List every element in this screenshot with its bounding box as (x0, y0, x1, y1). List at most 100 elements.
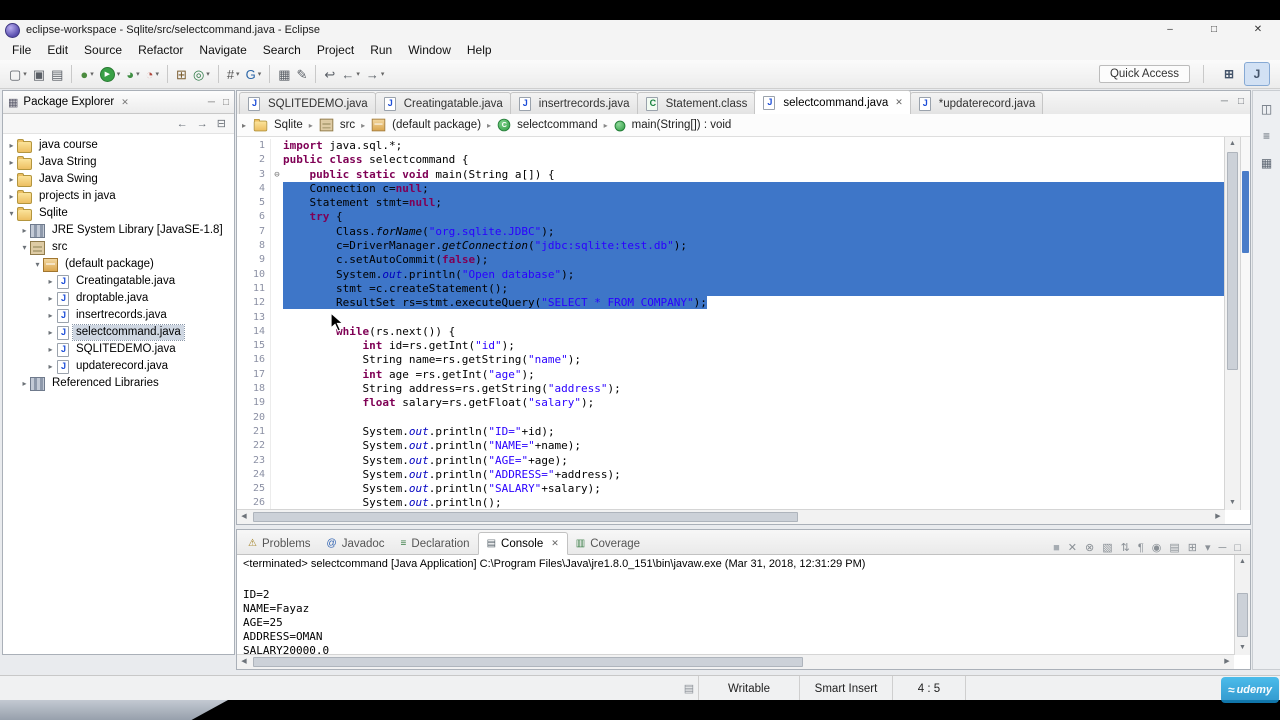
mark-occurrences-button[interactable]: ✎ (294, 63, 311, 85)
code-line-17[interactable]: 17 int age =rs.getInt("age"); (237, 368, 1224, 382)
menu-run[interactable]: Run (362, 41, 400, 59)
console-tab-javadoc[interactable]: @Javadoc (319, 533, 393, 554)
scrollbar-thumb[interactable] (1227, 152, 1238, 370)
save-button[interactable]: ▣ (30, 63, 48, 85)
breadcrumb-item[interactable]: Sqlite (251, 118, 305, 132)
maximize-window-button[interactable]: □ (1192, 20, 1236, 40)
code-line-12[interactable]: 12 ResultSet rs=stmt.executeQuery("SELEC… (237, 296, 1224, 310)
outline-view-icon[interactable]: ≡ (1257, 126, 1276, 145)
tree-item-updaterecord-java[interactable]: ▸updaterecord.java (3, 358, 234, 375)
tree-item-creatingatable-java[interactable]: ▸Creatingatable.java (3, 273, 234, 290)
expand-arrow-icon[interactable]: ▾ (19, 243, 30, 252)
editor-tab[interactable]: *updaterecord.java (910, 92, 1044, 114)
new-class-button[interactable]: ◎▾ (190, 63, 213, 85)
expand-arrow-icon[interactable]: ▸ (19, 226, 30, 235)
code-line-1[interactable]: 1import java.sql.*; (237, 139, 1224, 153)
code-line-15[interactable]: 15 int id=rs.getInt("id"); (237, 339, 1224, 353)
scroll-up-icon[interactable]: ▲ (1235, 555, 1250, 569)
menu-edit[interactable]: Edit (39, 41, 76, 59)
dropdown-caret-icon[interactable]: ▾ (136, 70, 140, 78)
dropdown-caret-icon[interactable]: ▾ (206, 70, 210, 78)
expand-arrow-icon[interactable]: ▸ (45, 328, 56, 337)
code-line-22[interactable]: 22 System.out.println("NAME="+name); (237, 439, 1224, 453)
code-line-18[interactable]: 18 String address=rs.getString("address"… (237, 382, 1224, 396)
code-line-7[interactable]: 7 Class.forName("org.sqlite.JDBC"); (237, 225, 1224, 239)
menu-help[interactable]: Help (459, 41, 500, 59)
tree-item-jre-system-library-javase-1-8[interactable]: ▸JRE System Library [JavaSE-1.8] (3, 222, 234, 239)
restore-views-icon[interactable]: ◫ (1257, 99, 1276, 118)
expand-arrow-icon[interactable]: ▸ (45, 311, 56, 320)
breadcrumb-item[interactable]: (default package) (369, 118, 483, 132)
console-tab-coverage[interactable]: ▥Coverage (568, 533, 648, 554)
editor-tab[interactable]: Statement.class (637, 92, 756, 114)
tree-item-insertrecords-java[interactable]: ▸insertrecords.java (3, 307, 234, 324)
code-line-4[interactable]: 4 Connection c=null; (237, 182, 1224, 196)
collapse-all-icon[interactable]: ⊟ (217, 117, 226, 130)
scroll-down-icon[interactable]: ▼ (1225, 496, 1240, 510)
menu-project[interactable]: Project (309, 41, 362, 59)
console-tab-console[interactable]: ▤Console✕ (478, 532, 568, 555)
back-arrow-icon[interactable]: ← (177, 118, 188, 130)
open-console-icon[interactable]: ⊞ (1188, 541, 1197, 554)
minimize-window-button[interactable]: – (1148, 20, 1192, 40)
word-wrap-icon[interactable]: ¶ (1138, 542, 1144, 554)
open-type-button[interactable]: #▾ (224, 63, 243, 85)
expand-arrow-icon[interactable]: ▸ (45, 294, 56, 303)
dropdown-caret-icon[interactable]: ▾ (258, 70, 262, 78)
menu-source[interactable]: Source (76, 41, 130, 59)
snippets-view-icon[interactable]: ▦ (1257, 153, 1276, 172)
forward-button[interactable]: →▾ (363, 63, 388, 85)
editor-vertical-scrollbar[interactable]: ▲ ▼ (1224, 137, 1240, 510)
code-line-21[interactable]: 21 System.out.println("ID="+id); (237, 425, 1224, 439)
scrollbar-thumb[interactable] (253, 512, 798, 522)
code-line-14[interactable]: 14 while(rs.next()) { (237, 325, 1224, 339)
menu-refactor[interactable]: Refactor (130, 41, 191, 59)
dropdown-caret-icon[interactable]: ▾ (381, 70, 385, 78)
code-line-19[interactable]: 19 float salary=rs.getFloat("salary"); (237, 396, 1224, 410)
code-line-10[interactable]: 10 System.out.println("Open database"); (237, 268, 1224, 282)
open-perspective-button[interactable]: ⊞ (1217, 63, 1241, 85)
tree-item-java-course[interactable]: ▸java course (3, 137, 234, 154)
dropdown-caret-icon[interactable]: ▾ (90, 70, 94, 78)
code-line-2[interactable]: 2public class selectcommand { (237, 153, 1224, 167)
scroll-up-icon[interactable]: ▲ (1225, 137, 1240, 151)
code-line-5[interactable]: 5 Statement stmt=null; (237, 196, 1224, 210)
display-selected-console-icon[interactable]: ▤ (1169, 541, 1179, 554)
editor-tab[interactable]: Creatingatable.java (375, 92, 511, 114)
back-button[interactable]: ←▾ (338, 63, 363, 85)
close-view-icon[interactable]: ✕ (121, 97, 129, 108)
console-tab-declaration[interactable]: ≡Declaration (393, 533, 478, 554)
code-line-16[interactable]: 16 String name=rs.getString("name"); (237, 353, 1224, 367)
profile-button[interactable]: ◔▾ (143, 63, 162, 85)
console-tab-problems[interactable]: ⚠Problems (240, 533, 319, 554)
close-tab-icon[interactable]: ✕ (551, 538, 559, 549)
pin-console-icon[interactable]: ◉ (1152, 541, 1162, 554)
code-line-3[interactable]: 3⊖ public static void main(String a[]) { (237, 168, 1224, 182)
last-edit-location-button[interactable]: ↩ (321, 63, 338, 85)
expand-arrow-icon[interactable]: ▸ (6, 141, 17, 150)
code-line-20[interactable]: 20 (237, 411, 1224, 425)
expand-arrow-icon[interactable]: ▸ (6, 192, 17, 201)
code-line-9[interactable]: 9 c.setAutoCommit(false); (237, 253, 1224, 267)
forward-arrow-icon[interactable]: → (197, 118, 208, 130)
tree-item-referenced-libraries[interactable]: ▸Referenced Libraries (3, 375, 234, 392)
maximize-view-icon[interactable]: □ (223, 97, 229, 108)
dropdown-caret-icon[interactable]: ▾ (23, 70, 27, 78)
console-vertical-scrollbar[interactable]: ▲ ▼ (1234, 555, 1250, 655)
expand-arrow-icon[interactable]: ▸ (6, 175, 17, 184)
close-window-button[interactable]: ✕ (1236, 20, 1280, 40)
console-dropdown-icon[interactable]: ▾ (1205, 541, 1211, 554)
code-line-24[interactable]: 24 System.out.println("ADDRESS="+address… (237, 468, 1224, 482)
code-line-25[interactable]: 25 System.out.println("SALARY"+salary); (237, 482, 1224, 496)
debug-button[interactable]: ●▾ (77, 63, 96, 85)
tree-item-sqlitedemo-java[interactable]: ▸SQLITEDEMO.java (3, 341, 234, 358)
scroll-left-icon[interactable]: ◀ (237, 510, 251, 524)
clear-console-icon[interactable]: ▧ (1102, 541, 1112, 554)
run-button[interactable]: ▶▾ (97, 63, 124, 85)
tree-item-droptable-java[interactable]: ▸droptable.java (3, 290, 234, 307)
open-resource-button[interactable]: ▦ (275, 63, 293, 85)
code-line-13[interactable]: 13 (237, 311, 1224, 325)
expand-arrow-icon[interactable]: ▾ (6, 209, 17, 218)
expand-arrow-icon[interactable]: ▾ (32, 260, 43, 269)
dropdown-caret-icon[interactable]: ▾ (156, 70, 160, 78)
